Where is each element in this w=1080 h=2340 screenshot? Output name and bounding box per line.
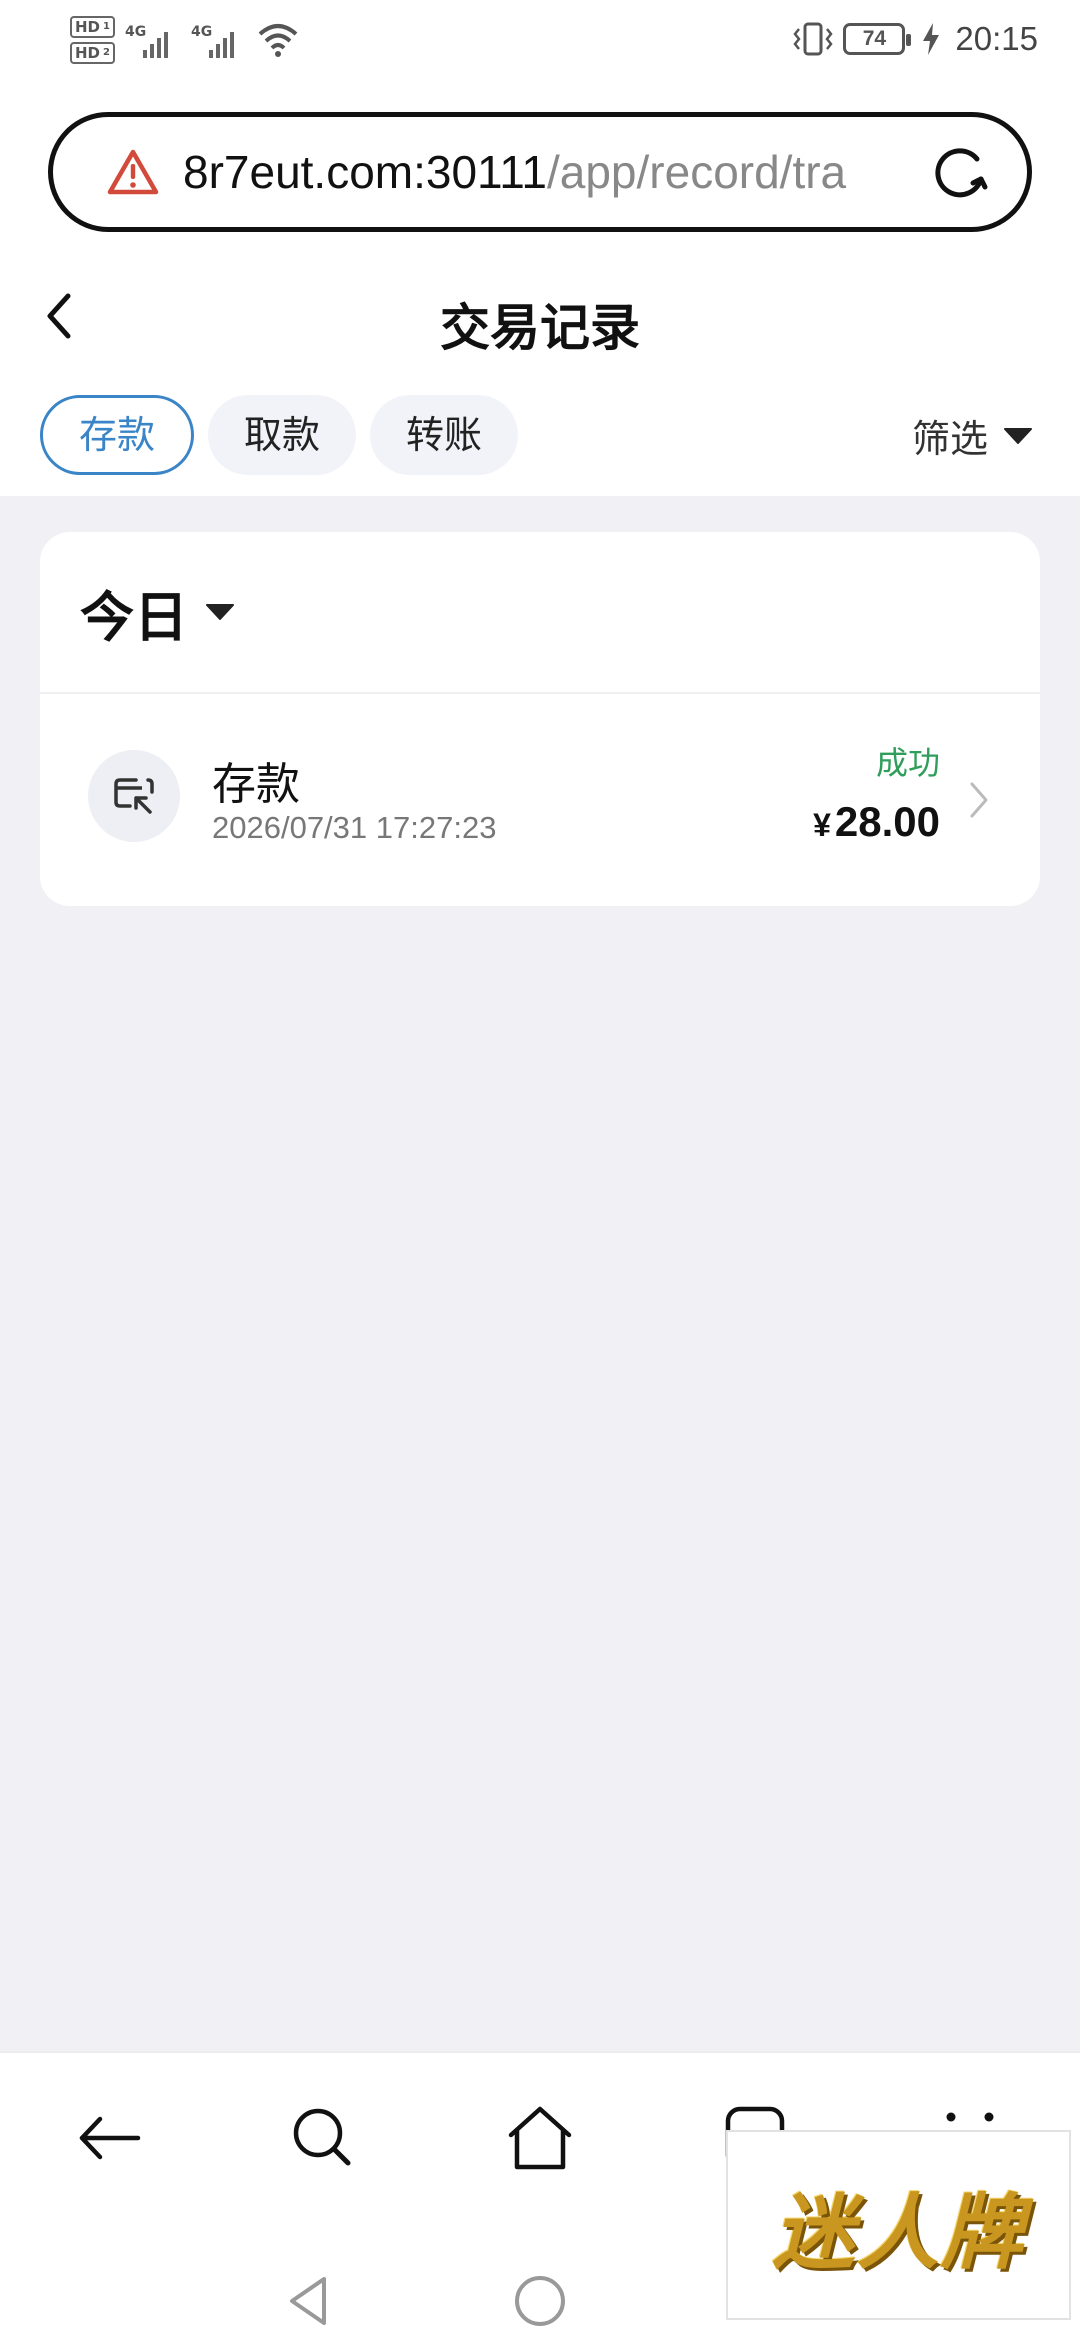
caret-down-icon [206, 604, 234, 620]
watermark-text: 迷人牌 [772, 2185, 1025, 2281]
vibrate-icon [793, 22, 834, 56]
record-title: 存款 [212, 759, 300, 810]
tab-withdraw[interactable]: 取款 [208, 395, 357, 475]
watermark-logo: 迷人牌 [726, 2130, 1071, 2320]
status-right: 74 20:15 [793, 20, 1038, 58]
status-left: HD 1 HD 2 4G 4G [70, 16, 299, 64]
reload-icon[interactable] [927, 141, 991, 205]
filter-label: 筛选 [911, 417, 988, 461]
signal-strength-2: 4G [191, 18, 247, 62]
record-status: 成功 [875, 744, 940, 782]
tab-deposit[interactable]: 存款 [40, 395, 195, 475]
signal-bars-icon [208, 32, 234, 58]
wifi-icon [258, 24, 298, 57]
amount-value: 28.00 [834, 798, 940, 845]
system-back-icon[interactable] [280, 2273, 336, 2329]
battery-indicator: 74 [843, 23, 912, 55]
url-domain: 8r7eut.com:30111 [183, 146, 547, 198]
home-icon[interactable] [505, 2103, 575, 2173]
signal-strength-1: 4G [125, 18, 181, 62]
transaction-type-tabs: 存款 取款 转账 [40, 395, 519, 475]
page-header: 交易记录 [0, 262, 1080, 382]
address-bar[interactable]: 8r7eut.com:30111/app/record/tra [48, 112, 1032, 232]
caret-down-icon [1004, 427, 1032, 444]
warning-triangle-icon[interactable] [107, 148, 159, 196]
back-arrow-icon[interactable] [74, 2103, 144, 2173]
status-bar: HD 1 HD 2 4G 4G 74 20:15 [0, 0, 1080, 90]
currency-symbol: ¥ [813, 807, 831, 843]
group-title: 今日 [80, 585, 188, 649]
sim-indicators: HD 1 HD 2 [70, 16, 115, 64]
sim1-hd-badge: HD 1 [70, 16, 115, 38]
filter-button[interactable]: 筛选 [912, 408, 1032, 463]
charging-bolt-icon [923, 23, 940, 55]
page-title: 交易记录 [440, 299, 640, 357]
tab-transfer[interactable]: 转账 [370, 395, 519, 475]
search-icon[interactable] [288, 2103, 358, 2173]
sim2-hd-badge: HD 2 [70, 42, 115, 64]
system-home-icon[interactable] [512, 2273, 568, 2329]
record-time: 2026/07/31 17:27:23 [212, 810, 497, 845]
transaction-record[interactable]: 存款 2026/07/31 17:27:23 成功 ¥28.00 [40, 694, 1040, 904]
clock: 20:15 [955, 20, 1038, 57]
signal-bars-icon [142, 32, 168, 58]
url-path: /app/record/tra [546, 146, 847, 198]
record-amount: ¥28.00 [813, 798, 940, 846]
url-text[interactable]: 8r7eut.com:30111/app/record/tra [183, 145, 913, 199]
card-arrow-icon [114, 778, 154, 814]
group-header[interactable]: 今日 [40, 532, 1040, 694]
records-content: 今日 存款 2026/07/31 17:27:23 成功 ¥28.00 [0, 496, 1080, 2051]
chevron-right-icon [970, 782, 988, 818]
deposit-record-icon [88, 750, 180, 842]
record-group-card: 今日 存款 2026/07/31 17:27:23 成功 ¥28.00 [40, 532, 1040, 906]
